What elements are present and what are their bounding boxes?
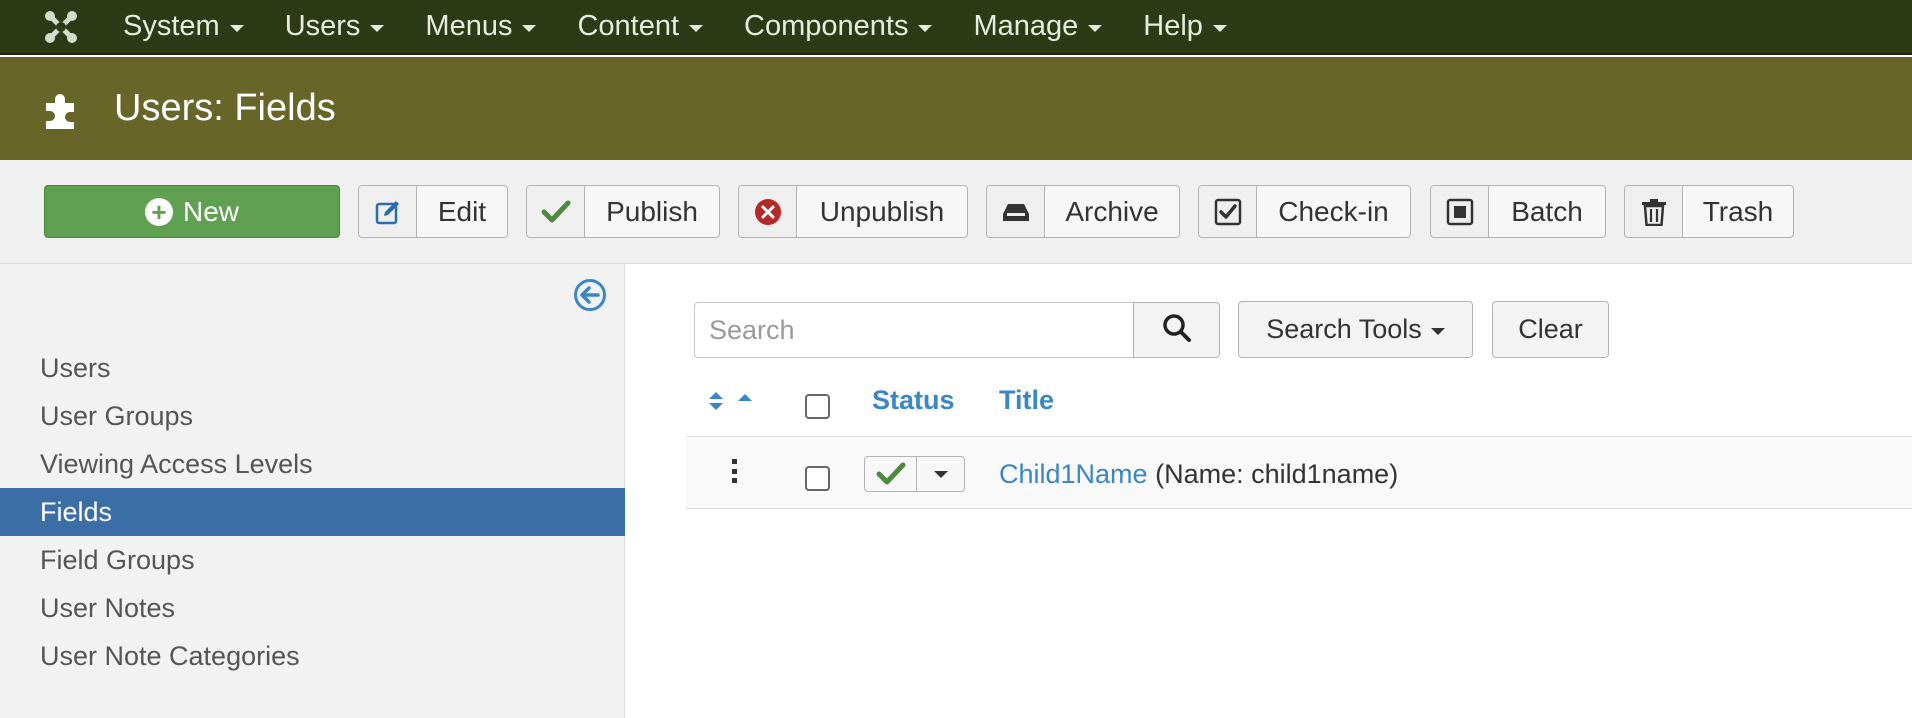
menu-users[interactable]: Users <box>285 10 385 43</box>
sidebar-item-label: Users <box>40 352 111 383</box>
sidebar-item-user-groups[interactable]: User Groups <box>0 392 625 440</box>
menu-components-label: Components <box>744 10 909 42</box>
sidebar-item-label: User Note Categories <box>40 640 300 671</box>
checkbox-checked-icon <box>1199 186 1257 237</box>
check-icon <box>527 186 585 237</box>
menu-content[interactable]: Content <box>577 10 704 43</box>
square-icon <box>1431 186 1489 237</box>
new-button-label: New <box>182 195 239 227</box>
sidebar-item-users[interactable]: Users <box>0 344 625 392</box>
sidebar-item-viewing-access-levels[interactable]: Viewing Access Levels <box>0 440 625 488</box>
clear-button-label: Clear <box>1518 314 1583 344</box>
arrow-circle-left-icon[interactable] <box>573 278 607 312</box>
sidebar-item-user-note-categories[interactable]: User Note Categories <box>0 632 625 680</box>
search-tools-button[interactable]: Search Tools <box>1238 301 1473 358</box>
menu-content-label: Content <box>577 10 680 42</box>
publish-button-label: Publish <box>606 195 698 227</box>
batch-button-label: Batch <box>1511 195 1583 227</box>
trash-button-label: Trash <box>1702 195 1774 227</box>
toolbar: + New Edit Publish Unpublish Archive Che… <box>0 160 1912 264</box>
drag-handle-icon[interactable] <box>730 459 738 483</box>
search-icon <box>1162 313 1192 348</box>
menu-manage[interactable]: Manage <box>973 10 1103 43</box>
menu-menus-label: Menus <box>425 10 513 42</box>
search-button[interactable] <box>1133 302 1220 358</box>
search-tools-label: Search Tools <box>1266 314 1422 344</box>
menu-help-label: Help <box>1143 10 1203 42</box>
field-name-meta: (Name: child1name) <box>1155 459 1399 489</box>
row-title: Child1Name (Name: child1name) <box>999 456 1398 492</box>
caret-down-icon <box>933 470 948 478</box>
sidebar-item-fields[interactable]: Fields <box>0 488 625 536</box>
column-header-status[interactable]: Status <box>872 385 955 416</box>
status-dropdown-toggle[interactable] <box>917 457 964 491</box>
trash-icon <box>1625 186 1683 237</box>
sidebar-item-label: Viewing Access Levels <box>40 448 313 479</box>
edit-button-label: Edit <box>437 195 487 227</box>
times-circle-icon <box>739 186 797 237</box>
status-toggle[interactable] <box>864 456 965 492</box>
column-header-title[interactable]: Title <box>999 385 1054 416</box>
sidebar-item-label: User Groups <box>40 400 194 431</box>
checkin-button-label: Check-in <box>1278 195 1389 227</box>
caret-down-icon <box>229 24 244 32</box>
plus-circle-icon: + <box>144 197 173 226</box>
puzzle-piece-icon <box>42 87 86 131</box>
trash-button[interactable]: Trash <box>1624 185 1794 238</box>
menu-users-label: Users <box>284 10 361 42</box>
page-title: Users: Fields <box>114 87 336 129</box>
archive-icon <box>987 186 1045 237</box>
sidebar-item-label: Fields <box>40 496 113 527</box>
caret-down-icon <box>1430 327 1445 335</box>
caret-down-icon <box>1088 24 1103 32</box>
menu-components[interactable]: Components <box>744 10 933 43</box>
new-button[interactable]: + New <box>44 185 340 238</box>
caret-down-icon <box>370 24 385 32</box>
joomla-logo-icon[interactable] <box>36 2 86 52</box>
menu-help[interactable]: Help <box>1143 10 1227 43</box>
search-input[interactable] <box>694 302 1134 358</box>
caret-down-icon <box>689 24 704 32</box>
caret-down-icon <box>1212 24 1227 32</box>
caret-down-icon <box>522 24 537 32</box>
sidebar-item-label: Field Groups <box>40 544 195 575</box>
menu-system[interactable]: System <box>123 10 244 43</box>
menu-manage-label: Manage <box>973 10 1079 42</box>
clear-button[interactable]: Clear <box>1492 301 1609 358</box>
archive-button-label: Archive <box>1065 195 1159 227</box>
caret-down-icon <box>918 24 933 32</box>
menu-system-label: System <box>123 10 220 42</box>
sidebar-item-label: User Notes <box>40 592 176 623</box>
checkin-button[interactable]: Check-in <box>1198 185 1411 238</box>
row-checkbox[interactable] <box>805 466 830 491</box>
top-navbar: System Users Menus Content Components Ma… <box>0 0 1912 55</box>
select-all-checkbox[interactable] <box>805 394 830 419</box>
page-header: Users: Fields <box>0 57 1912 160</box>
published-check-icon[interactable] <box>865 457 917 491</box>
unpublish-button-label: Unpublish <box>819 195 945 227</box>
menu-menus[interactable]: Menus <box>425 10 537 43</box>
main-menu: System Users Menus Content Components Ma… <box>123 10 1268 43</box>
field-title-link[interactable]: Child1Name <box>999 459 1148 489</box>
ordering-sort-icon[interactable] <box>707 389 755 418</box>
publish-button[interactable]: Publish <box>526 185 720 238</box>
unpublish-button[interactable]: Unpublish <box>738 185 968 238</box>
sidebar: Users User Groups Viewing Access Levels … <box>0 264 625 718</box>
sidebar-item-user-notes[interactable]: User Notes <box>0 584 625 632</box>
sidebar-item-field-groups[interactable]: Field Groups <box>0 536 625 584</box>
batch-button[interactable]: Batch <box>1430 185 1606 238</box>
edit-button[interactable]: Edit <box>358 185 508 238</box>
archive-button[interactable]: Archive <box>986 185 1180 238</box>
edit-icon <box>359 186 417 237</box>
